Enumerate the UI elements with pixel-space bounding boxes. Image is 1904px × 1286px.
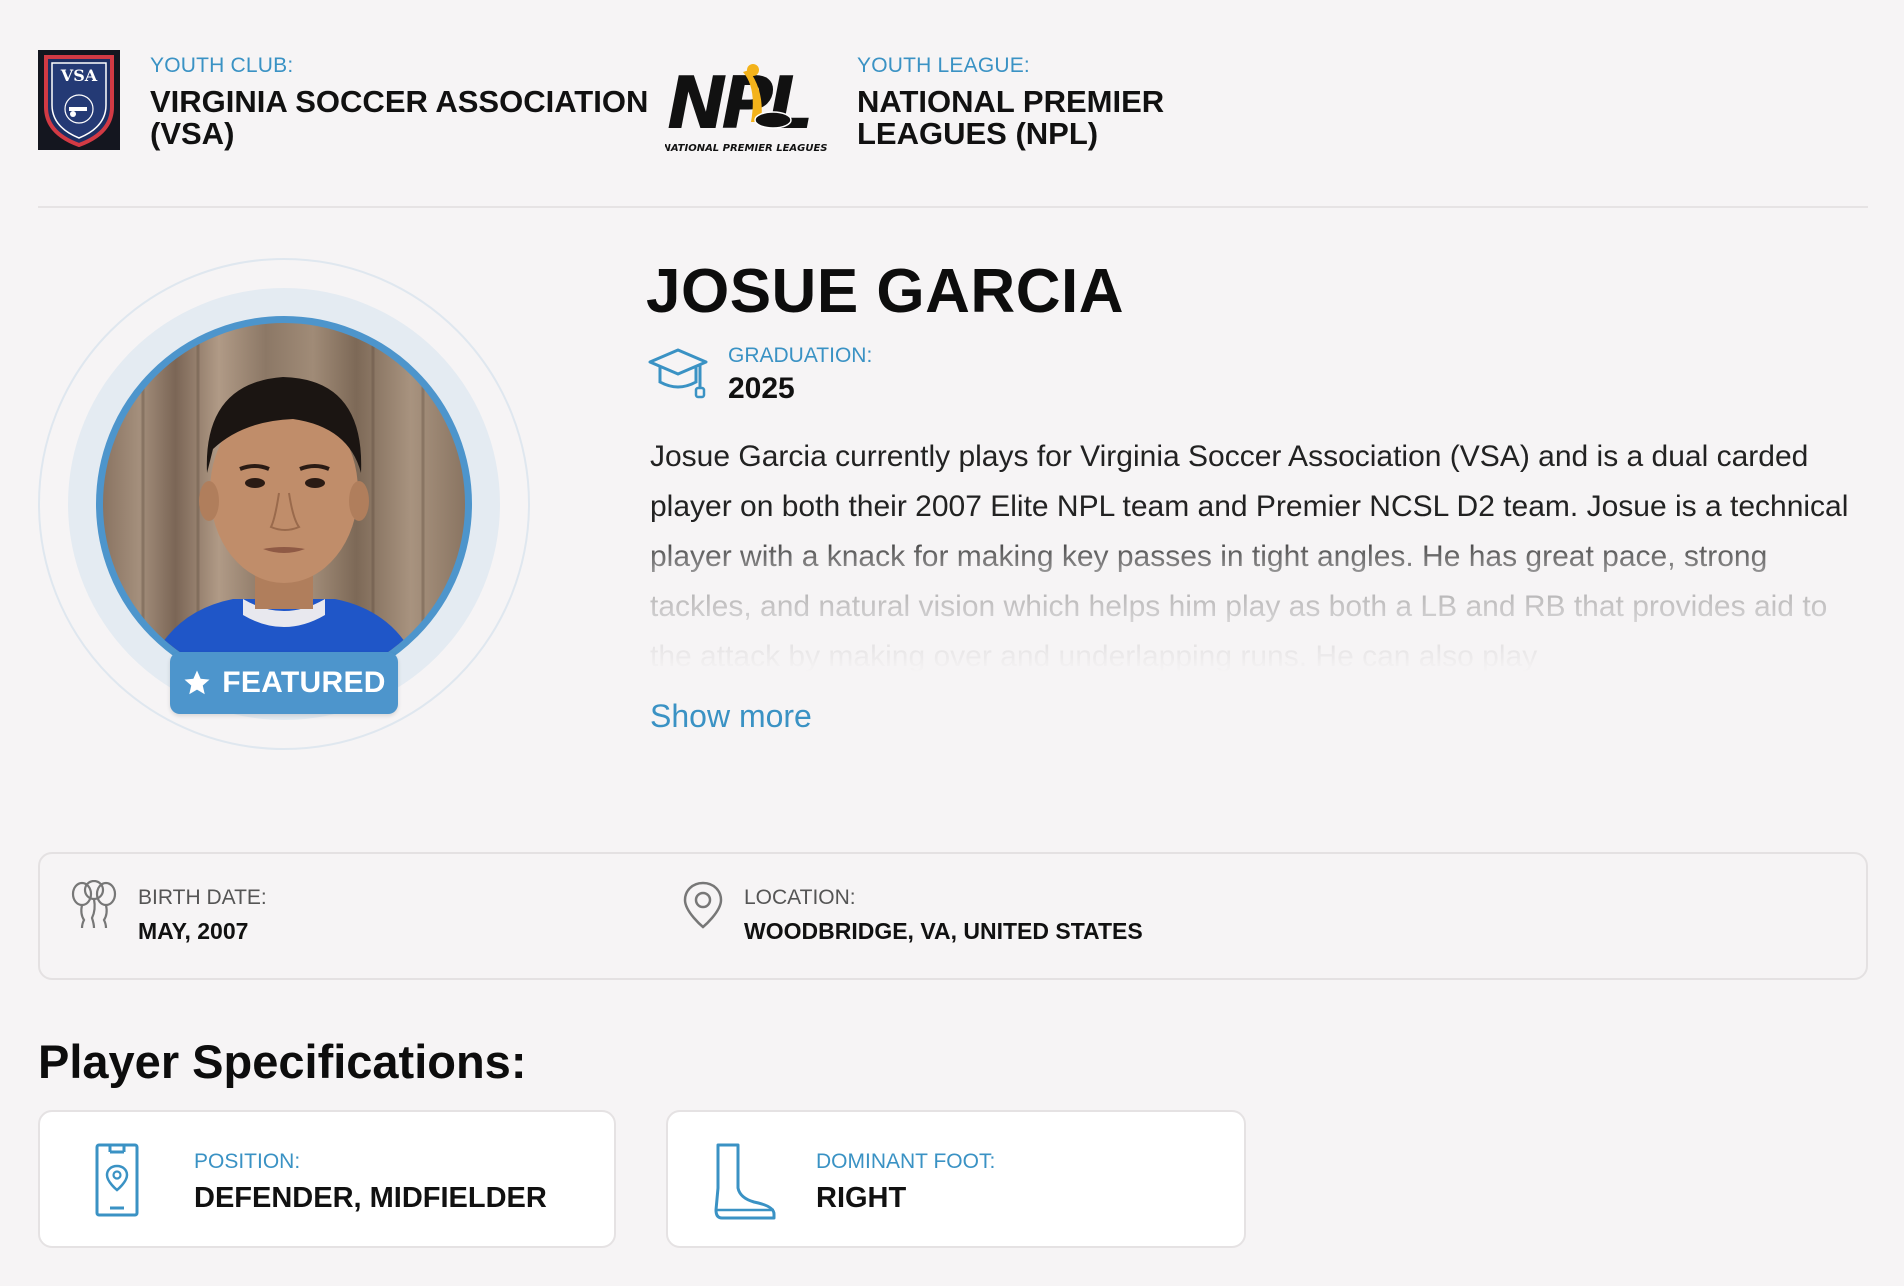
position-label: POSITION:: [194, 1150, 301, 1173]
position-icon: [95, 1143, 139, 1217]
graduation-cap-icon: [648, 348, 708, 399]
youth-league: NPL NATIONAL PREMIER LEAGUES YOUTH LEAGU…: [662, 50, 1164, 154]
star-icon: [184, 670, 210, 695]
youth-club-label: YOUTH CLUB:: [150, 54, 294, 77]
foot-icon: [714, 1143, 776, 1220]
youth-league-name-line2[interactable]: LEAGUES (NPL): [857, 118, 1164, 150]
youth-league-name-line1[interactable]: NATIONAL PREMIER: [857, 86, 1164, 118]
show-more-link[interactable]: Show more: [650, 698, 812, 735]
vsa-logo[interactable]: VSA: [38, 50, 120, 150]
youth-club: VSA YOUTH CLUB: VIRGINIA SOCCER ASSOCIAT…: [38, 50, 648, 150]
birth-date: BIRTH DATE: MAY, 2007: [70, 880, 267, 945]
dominant-foot-label: DOMINANT FOOT:: [816, 1150, 996, 1173]
dominant-foot-value: RIGHT: [816, 1182, 907, 1214]
birth-date-label: BIRTH DATE:: [138, 886, 267, 909]
featured-label: FEATURED: [222, 666, 386, 699]
player-name: JOSUE GARCIA: [646, 257, 1124, 326]
header-divider: [38, 206, 1868, 208]
graduation-year: 2025: [728, 372, 795, 405]
position-value: DEFENDER, MIDFIELDER: [194, 1182, 547, 1214]
youth-club-name-line1[interactable]: VIRGINIA SOCCER ASSOCIATION: [150, 86, 648, 118]
location-label: LOCATION:: [744, 886, 856, 909]
youth-club-name-line2[interactable]: (VSA): [150, 118, 648, 150]
player-info-bar: BIRTH DATE: MAY, 2007 LOCATION: WOODBRID…: [38, 852, 1868, 980]
player-photo: [96, 316, 472, 692]
dominant-foot-card: DOMINANT FOOT: RIGHT: [666, 1110, 1246, 1248]
birth-date-value: MAY, 2007: [138, 918, 249, 944]
graduation: GRADUATION: 2025: [648, 344, 872, 406]
specs-title: Player Specifications:: [38, 1035, 527, 1088]
location-pin-icon: [683, 881, 723, 929]
svg-text:NATIONAL PREMIER LEAGUES: NATIONAL PREMIER LEAGUES: [665, 143, 827, 154]
featured-badge: FEATURED: [170, 652, 398, 714]
youth-league-label: YOUTH LEAGUE:: [857, 54, 1030, 77]
svg-text:VSA: VSA: [60, 66, 98, 85]
balloons-icon: [71, 880, 117, 929]
location: LOCATION: WOODBRIDGE, VA, UNITED STATES: [682, 880, 1143, 945]
player-bio: Josue Garcia currently plays for Virgini…: [650, 440, 1849, 672]
npl-logo[interactable]: NPL NATIONAL PREMIER LEAGUES: [662, 58, 827, 154]
player-avatar: FEATURED: [38, 258, 530, 750]
svg-text:NPL: NPL: [667, 61, 809, 145]
location-value: WOODBRIDGE, VA, UNITED STATES: [744, 918, 1143, 944]
position-card: POSITION: DEFENDER, MIDFIELDER: [38, 1110, 616, 1248]
graduation-label: GRADUATION:: [728, 344, 873, 367]
